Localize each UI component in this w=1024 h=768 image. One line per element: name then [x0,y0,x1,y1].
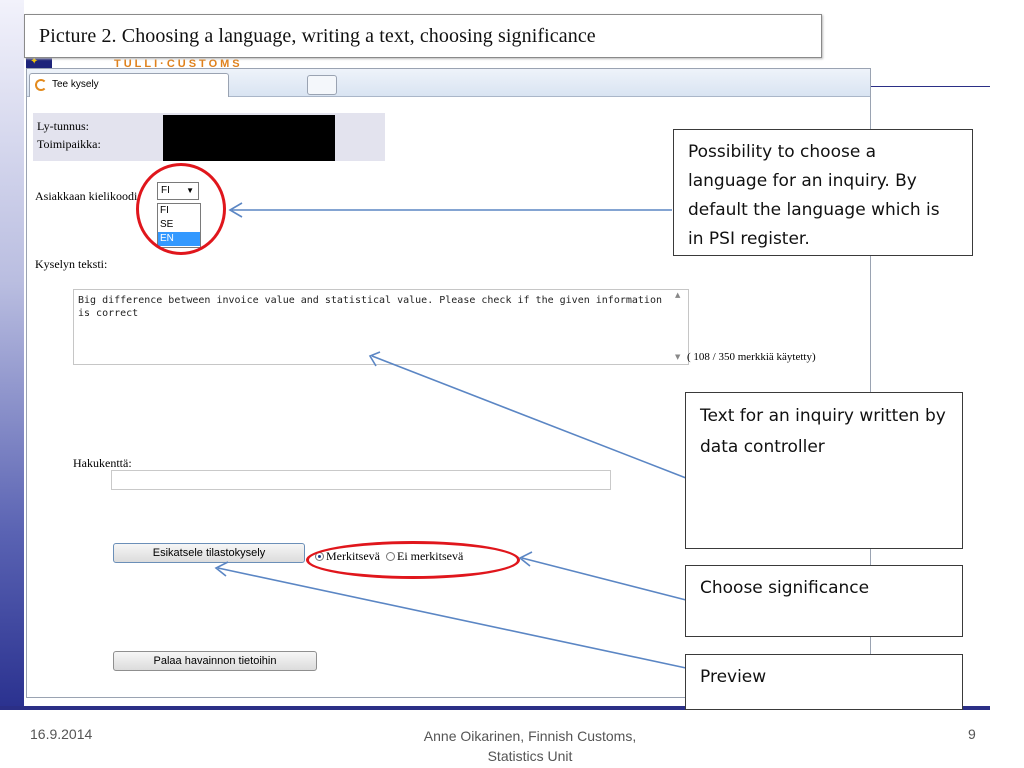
picture-caption: Picture 2. Choosing a language, writing … [39,25,596,47]
language-highlight-ellipse [136,163,226,255]
footer-date: 16.9.2014 [30,726,93,742]
browser-tab-bar: Tee kysely [27,69,870,97]
character-counter: ( 108 / 350 merkkiä käytetty) [687,351,816,363]
language-code-label: Asiakkaan kielikoodi: [35,189,141,203]
footer-author-line1: Anne Oikarinen, Finnish Customs, [423,728,637,744]
footer-author: Anne Oikarinen, Finnish Customs, Statist… [390,726,670,766]
preview-inquiry-button[interactable]: Esikatsele tilastokysely [113,543,305,563]
slide-side-gradient [0,0,24,710]
footer-page-number: 9 [968,726,976,742]
significance-highlight-ellipse [306,541,520,579]
tab-tee-kysely[interactable]: Tee kysely [29,73,229,97]
new-tab-button[interactable] [307,75,337,95]
preview-annotation: Preview [685,654,963,710]
tab-title: Tee kysely [52,79,99,90]
office-label: Toimipaikka: [37,137,101,151]
inquiry-text-label: Kyselyn teksti: [35,257,108,271]
scroll-down-icon[interactable]: ▼ [675,353,680,361]
picture-caption-box: Picture 2. Choosing a language, writing … [24,14,822,58]
redacted-company-details [163,115,335,161]
ly-tunnus-label: Ly-tunnus: [37,119,90,133]
back-to-observation-button[interactable]: Palaa havainnon tietoihin [113,651,317,671]
slide-header-rule [868,86,990,87]
company-info-panel: Ly-tunnus: Toimipaikka: [33,113,385,161]
search-input[interactable] [111,470,611,490]
significance-annotation: Choose significance [685,565,963,637]
loading-spinner-icon [35,79,47,91]
inquiry-text-input[interactable]: Big difference between invoice value and… [73,289,689,365]
language-annotation: Possibility to choose a language for an … [673,129,973,256]
scroll-up-icon[interactable]: ▲ [675,291,680,299]
footer-author-line2: Statistics Unit [487,748,573,764]
search-field-label: Hakukenttä: [73,456,132,470]
text-annotation: Text for an inquiry written by data cont… [685,392,963,549]
